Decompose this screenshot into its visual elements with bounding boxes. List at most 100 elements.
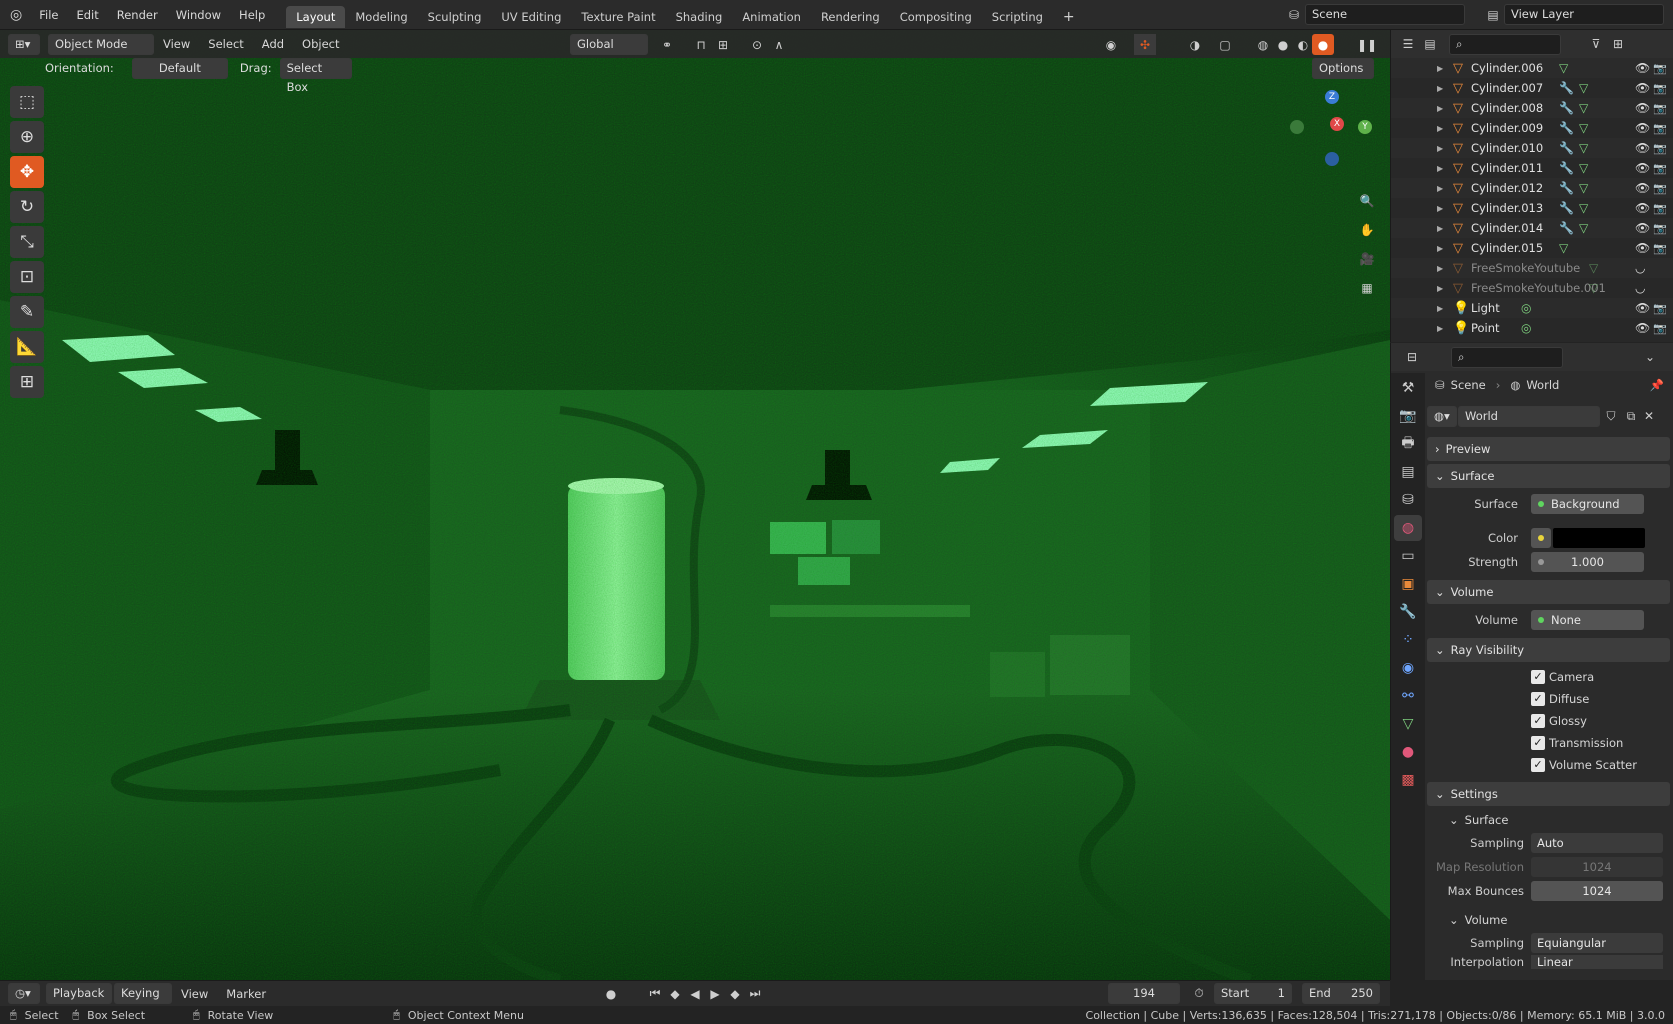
pause-icon[interactable]: ❚❚ [1356, 34, 1378, 55]
menu-render[interactable]: Render [108, 0, 167, 30]
ray-transmission-checkbox[interactable]: ✓ Transmission [1531, 732, 1670, 754]
gizmo-toggle-icon[interactable]: ✣ [1134, 34, 1156, 55]
play-icon[interactable]: ▶ [704, 983, 726, 1004]
constraints-tab-icon[interactable]: ⚯ [1394, 683, 1422, 709]
render-camera-icon[interactable]: 📷 [1653, 162, 1667, 175]
options-dropdown[interactable]: Options [1312, 58, 1374, 79]
outliner-row[interactable]: ▶ ▽ Cylinder.010 🔧 ▽ 👁 📷 [1391, 138, 1673, 158]
expand-arrow-icon[interactable]: ▶ [1437, 124, 1443, 133]
blender-logo-icon[interactable]: ◎ [0, 0, 30, 30]
eye-icon[interactable]: 👁 [1635, 181, 1650, 195]
gizmo-neg-z[interactable] [1325, 152, 1339, 166]
view-layer-field[interactable]: View Layer [1504, 4, 1664, 25]
outliner-object-name[interactable]: Cylinder.008 [1471, 101, 1543, 115]
pan-hand-icon[interactable]: ✋ [1356, 219, 1378, 240]
world-browse-button[interactable]: ◍▾ [1427, 405, 1457, 427]
eye-icon[interactable]: 👁 [1635, 201, 1650, 215]
gizmo-z-axis[interactable]: Z [1325, 90, 1339, 104]
ray-volume-scatter-checkbox[interactable]: ✓ Volume Scatter [1531, 754, 1670, 776]
surface-shader-field[interactable]: Background [1531, 494, 1644, 514]
outliner-row[interactable]: ▶ ▽ FreeSmokeYoutube.001 ▽ ◡ [1391, 278, 1673, 298]
ray-diffuse-checkbox[interactable]: ✓ Diffuse [1531, 688, 1670, 710]
panel-preview[interactable]: › Preview [1427, 437, 1670, 461]
menu-edit[interactable]: Edit [67, 0, 107, 30]
ray-glossy-checkbox[interactable]: ✓ Glossy [1531, 710, 1670, 732]
render-camera-icon[interactable]: 📷 [1653, 242, 1667, 255]
material-tab-icon[interactable]: ● [1394, 739, 1422, 765]
outliner-row[interactable]: ▶ 💡 Light ◎ 👁 📷 [1391, 298, 1673, 318]
outliner-row[interactable]: ▶ ▽ Cylinder.013 🔧 ▽ 👁 📷 [1391, 198, 1673, 218]
editor-type-button[interactable]: ⊞▾ [8, 33, 40, 55]
tab-sculpting[interactable]: Sculpting [418, 6, 492, 28]
data-tab-icon[interactable]: ▽ [1394, 711, 1422, 737]
view-layer-selector[interactable]: ▤ View Layer [1482, 4, 1664, 25]
duplicate-icon[interactable]: ⧉ [1622, 406, 1640, 427]
render-camera-icon[interactable]: 📷 [1653, 122, 1667, 135]
snap-icon[interactable]: ⊓ [690, 34, 712, 55]
menu-window[interactable]: Window [167, 0, 230, 30]
display-mode-icon[interactable]: ▤ [1419, 34, 1441, 55]
sampling-dropdown[interactable]: Auto [1531, 833, 1663, 853]
jump-start-icon[interactable]: ⏮ [644, 983, 666, 1004]
texture-tab-icon[interactable]: ▩ [1394, 767, 1422, 793]
xray-icon[interactable]: ▢ [1214, 34, 1236, 55]
expand-arrow-icon[interactable]: ▶ [1437, 264, 1443, 273]
expand-arrow-icon[interactable]: ▶ [1437, 324, 1443, 333]
gizmo-x-axis[interactable]: X [1330, 117, 1344, 131]
strength-field[interactable]: 1.000 [1531, 552, 1644, 572]
record-icon[interactable]: ● [600, 983, 622, 1004]
outliner-row[interactable]: ▶ ▽ Cylinder.008 🔧 ▽ 👁 📷 [1391, 98, 1673, 118]
tab-modeling[interactable]: Modeling [345, 6, 417, 28]
end-frame-field[interactable]: End 250 [1302, 983, 1380, 1004]
outliner-row[interactable]: ▶ 💡 Point ◎ 👁 📷 [1391, 318, 1673, 338]
map-resolution-field[interactable]: 1024 [1531, 857, 1663, 877]
volume-sampling-dropdown[interactable]: Equiangular [1531, 933, 1663, 953]
outliner-row[interactable]: ▶ ▽ Cylinder.006 ▽ 👁 📷 [1391, 58, 1673, 78]
keying-menu[interactable]: Keying [114, 983, 172, 1004]
eye-icon[interactable]: 👁 [1635, 121, 1650, 135]
modifier-tab-icon[interactable]: 🔧 [1394, 599, 1422, 625]
properties-options-icon[interactable]: ⌄ [1639, 347, 1661, 368]
outliner-row[interactable]: ▶ ▽ Cylinder.007 🔧 ▽ 👁 📷 [1391, 78, 1673, 98]
color-swatch[interactable] [1553, 528, 1645, 548]
settings-volume-subpanel[interactable]: ⌄ Volume [1427, 909, 1670, 931]
outliner-object-name[interactable]: Light [1471, 301, 1500, 315]
view-layer-tab-icon[interactable]: ▤ [1394, 459, 1422, 485]
outliner-row[interactable]: ▶ ▽ FreeSmokeYoutube ▽ ◡ [1391, 258, 1673, 278]
scene-tab-icon[interactable]: ⛁ [1394, 487, 1422, 513]
mode-selector[interactable]: Object Mode [48, 33, 154, 55]
max-bounces-field[interactable]: 1024 [1531, 881, 1663, 901]
eye-icon[interactable]: 👁 [1635, 241, 1650, 255]
expand-arrow-icon[interactable]: ▶ [1437, 84, 1443, 93]
cursor-icon[interactable]: ⊕ [10, 121, 44, 153]
drag-dropdown[interactable]: Select Box [279, 57, 352, 94]
render-tab-icon[interactable]: 📷 [1394, 403, 1422, 429]
eye-icon[interactable]: 👁 [1635, 161, 1650, 175]
select-box-icon[interactable]: ⬚ [10, 86, 44, 118]
outliner-object-name[interactable]: Cylinder.013 [1471, 201, 1543, 215]
outliner-object-name[interactable]: FreeSmokeYoutube [1471, 261, 1580, 275]
render-camera-icon[interactable]: 📷 [1653, 82, 1667, 95]
outliner-object-name[interactable]: Cylinder.006 [1471, 61, 1543, 75]
expand-arrow-icon[interactable]: ▶ [1437, 284, 1443, 293]
expand-arrow-icon[interactable]: ▶ [1437, 144, 1443, 153]
render-camera-icon[interactable]: 📷 [1653, 322, 1667, 335]
overlay-icon[interactable]: ◑ [1184, 34, 1206, 55]
snap-target-icon[interactable]: ⊞ [712, 34, 734, 55]
timeline-editor-icon[interactable]: ◷▾ [8, 983, 40, 1004]
camera-view-icon[interactable]: 🎥 [1356, 248, 1378, 269]
gizmo-y-axis[interactable]: Y [1358, 120, 1372, 134]
eye-icon[interactable]: 👁 [1635, 321, 1650, 335]
object-tab-icon[interactable]: ▣ [1394, 571, 1422, 597]
tab-rendering[interactable]: Rendering [811, 6, 890, 28]
outliner-object-name[interactable]: Cylinder.014 [1471, 221, 1543, 235]
add-workspace-button[interactable]: + [1053, 6, 1085, 28]
add-cube-icon[interactable]: ⊞ [10, 366, 44, 398]
properties-search-input[interactable]: ⌕ [1451, 346, 1563, 368]
tab-compositing[interactable]: Compositing [890, 6, 982, 28]
output-tab-icon[interactable]: 🖶 [1394, 431, 1422, 457]
outliner-row[interactable]: ▶ ▽ Cylinder.009 🔧 ▽ 👁 📷 [1391, 118, 1673, 138]
expand-arrow-icon[interactable]: ▶ [1437, 244, 1443, 253]
tab-uv-editing[interactable]: UV Editing [491, 6, 571, 28]
render-camera-icon[interactable]: 📷 [1653, 182, 1667, 195]
